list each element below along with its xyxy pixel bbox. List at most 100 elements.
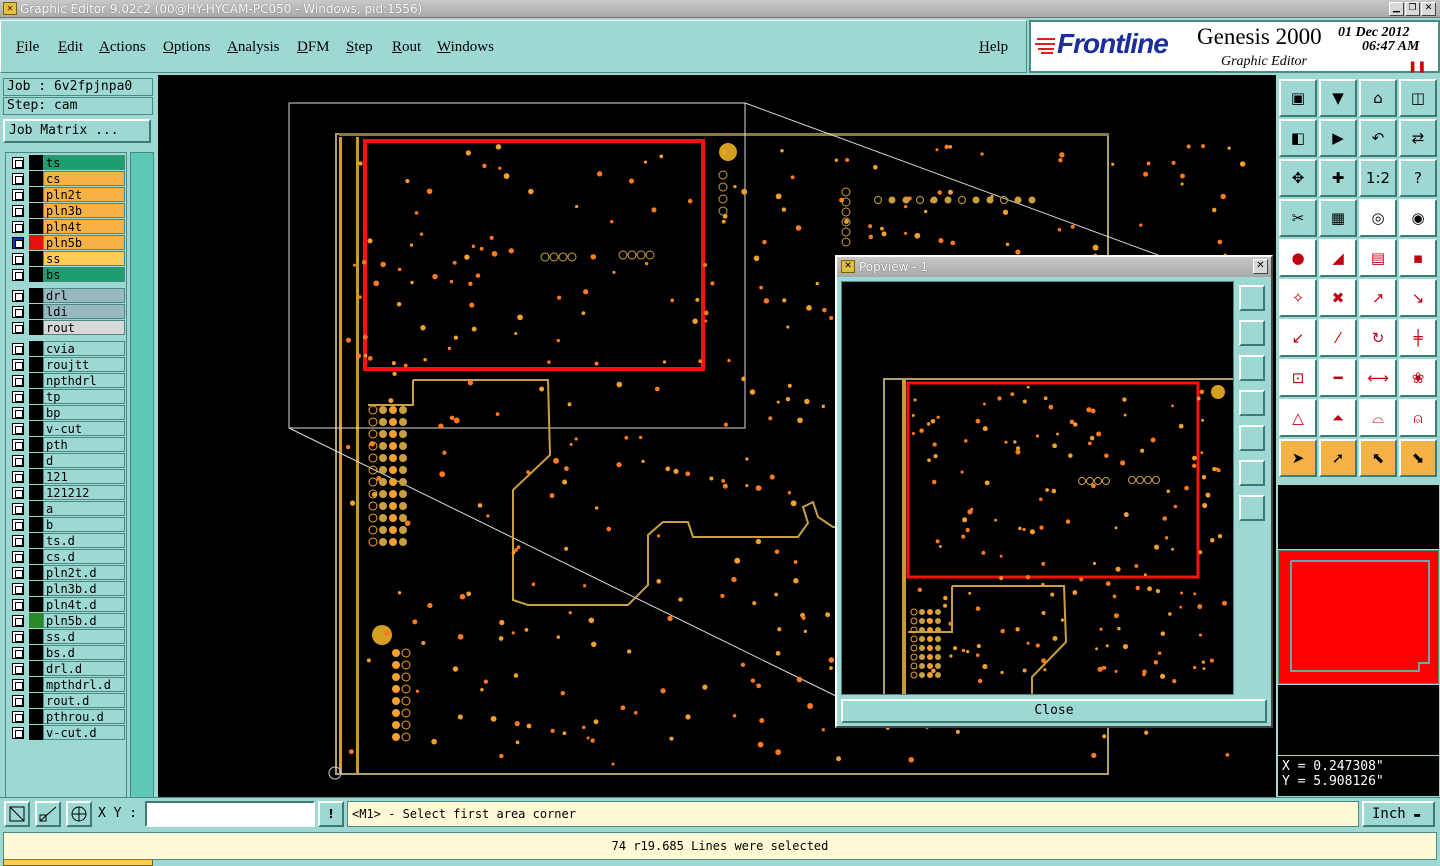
add-triangle-icon[interactable]: △ (1279, 399, 1317, 437)
mirror-icon[interactable]: ⇄ (1399, 119, 1437, 157)
layer-color-swatch[interactable] (29, 155, 43, 170)
layer-name[interactable]: a (43, 501, 125, 516)
layer-checkbox[interactable] (12, 455, 24, 467)
layer-row[interactable]: pln2t (9, 187, 127, 203)
layer-name[interactable]: ss.d (43, 629, 125, 644)
window-close-button[interactable]: ✕ (1421, 2, 1436, 16)
menu-help[interactable]: Help (979, 39, 1008, 56)
add-line-icon[interactable]: ◢ (1319, 239, 1357, 277)
layer-checkbox[interactable] (12, 290, 24, 302)
move-layer-icon[interactable]: ▶ (1319, 119, 1357, 157)
layer-row[interactable]: roujtt (9, 357, 127, 373)
layer-checkbox[interactable] (12, 487, 24, 499)
layer-row[interactable]: pln2t.d (9, 565, 127, 581)
layer-checkbox[interactable] (12, 221, 24, 233)
close-icon[interactable]: ✕ (1253, 259, 1268, 274)
layer-color-swatch[interactable] (29, 485, 43, 500)
layer-checkbox[interactable] (12, 237, 24, 249)
menu-options[interactable]: Options (163, 39, 211, 56)
layer-checkbox[interactable] (12, 631, 24, 643)
layer-name[interactable]: cs (43, 171, 125, 186)
layer-name[interactable]: drl (43, 288, 125, 303)
measure-button[interactable] (35, 801, 61, 827)
layer-scrollbar[interactable] (130, 152, 154, 826)
add-pad-set-icon[interactable]: ⊡ (1279, 359, 1317, 397)
draw-arc-icon[interactable]: ↻ (1359, 319, 1397, 357)
menu-rout[interactable]: Rout (392, 39, 421, 56)
layer-row[interactable]: v-cut.d (9, 725, 127, 741)
layer-color-swatch[interactable] (29, 203, 43, 218)
layer-row[interactable]: bp (9, 405, 127, 421)
menu-windows[interactable]: Windows (437, 39, 494, 56)
layer-color-swatch[interactable] (29, 549, 43, 564)
measure-tool-icon[interactable]: ✂ (1279, 199, 1317, 237)
layer-colors-icon[interactable]: ◎ (1359, 199, 1397, 237)
fit-screen-icon[interactable]: ✥ (1279, 159, 1317, 197)
layer-color-swatch[interactable] (29, 171, 43, 186)
layer-row[interactable]: ts (9, 155, 127, 171)
menu-dfm[interactable]: DFM (297, 39, 330, 56)
ruler-icon[interactable]: ▤ (1359, 239, 1397, 277)
layer-name[interactable]: ldi (43, 304, 125, 319)
layer-color-swatch[interactable] (29, 517, 43, 532)
layer-row[interactable]: 121212 (9, 485, 127, 501)
popview-zoom-in-button[interactable] (1239, 460, 1265, 486)
layer-name[interactable]: ss (43, 251, 125, 266)
layer-checkbox[interactable] (12, 391, 24, 403)
menu-file[interactable]: File (16, 39, 39, 56)
layer-row[interactable]: bs.d (9, 645, 127, 661)
layer-color-swatch[interactable] (29, 373, 43, 388)
layer-row[interactable]: bs (9, 267, 127, 283)
layer-row[interactable]: pln5b (9, 235, 127, 251)
layer-color-swatch[interactable] (29, 219, 43, 234)
layer-color-swatch[interactable] (29, 304, 43, 319)
layer-color-swatch[interactable] (29, 709, 43, 724)
layer-name[interactable]: pln3b.d (43, 581, 125, 596)
copy-layer-icon[interactable]: ◧ (1279, 119, 1317, 157)
layer-checkbox[interactable] (12, 173, 24, 185)
popview-zoom-fit-button[interactable] (1239, 285, 1265, 311)
layer-checkbox[interactable] (12, 727, 24, 739)
menu-edit[interactable]: Edit (58, 39, 83, 56)
move-to-bottom-icon[interactable]: ▼ (1319, 79, 1357, 117)
xy-input[interactable] (145, 801, 315, 827)
layer-name[interactable]: roujtt (43, 357, 125, 372)
layer-color-swatch[interactable] (29, 187, 43, 202)
layer-row[interactable]: pthrou.d (9, 709, 127, 725)
draw-slash-icon[interactable]: ⁄ (1319, 319, 1357, 357)
layer-checkbox[interactable] (12, 471, 24, 483)
layer-row[interactable]: pln4t.d (9, 597, 127, 613)
layer-name[interactable]: v-cut (43, 421, 125, 436)
layer-checkbox[interactable] (12, 375, 24, 387)
layer-color-swatch[interactable] (29, 629, 43, 644)
layer-row[interactable]: ts.d (9, 533, 127, 549)
layer-row[interactable]: pln3b (9, 203, 127, 219)
layer-name[interactable]: pthrou.d (43, 709, 125, 724)
layer-name[interactable]: rout (43, 320, 125, 335)
layer-row[interactable]: v-cut (9, 421, 127, 437)
layer-checkbox[interactable] (12, 519, 24, 531)
layer-color-swatch[interactable] (29, 613, 43, 628)
minimize-button[interactable]: ▁ (1389, 2, 1404, 16)
home-view-icon[interactable]: ⌂ (1359, 79, 1397, 117)
add-circle-icon[interactable]: ▪ (1399, 239, 1437, 277)
layer-name[interactable]: pth (43, 437, 125, 452)
layer-name[interactable]: bs.d (43, 645, 125, 660)
frame-tool-icon[interactable]: ╪ (1399, 319, 1437, 357)
connect-icon[interactable]: ✧ (1279, 279, 1317, 317)
layer-checkbox[interactable] (12, 711, 24, 723)
grid-button[interactable] (66, 801, 92, 827)
layer-name[interactable]: npthdrl (43, 373, 125, 388)
layer-name[interactable]: bs (43, 267, 125, 282)
layer-color-swatch[interactable] (29, 693, 43, 708)
layer-checkbox[interactable] (12, 306, 24, 318)
layer-name[interactable]: pln2t.d (43, 565, 125, 580)
layer-name[interactable]: cs.d (43, 549, 125, 564)
add-dimension-icon[interactable]: ⟷ (1359, 359, 1397, 397)
layer-name[interactable]: pln2t (43, 187, 125, 202)
layer-row[interactable]: rout (9, 320, 127, 336)
layer-row[interactable]: 121 (9, 469, 127, 485)
feature-colors-icon[interactable]: ◉ (1399, 199, 1437, 237)
layer-checkbox[interactable] (12, 253, 24, 265)
layer-row[interactable]: drl (9, 288, 127, 304)
